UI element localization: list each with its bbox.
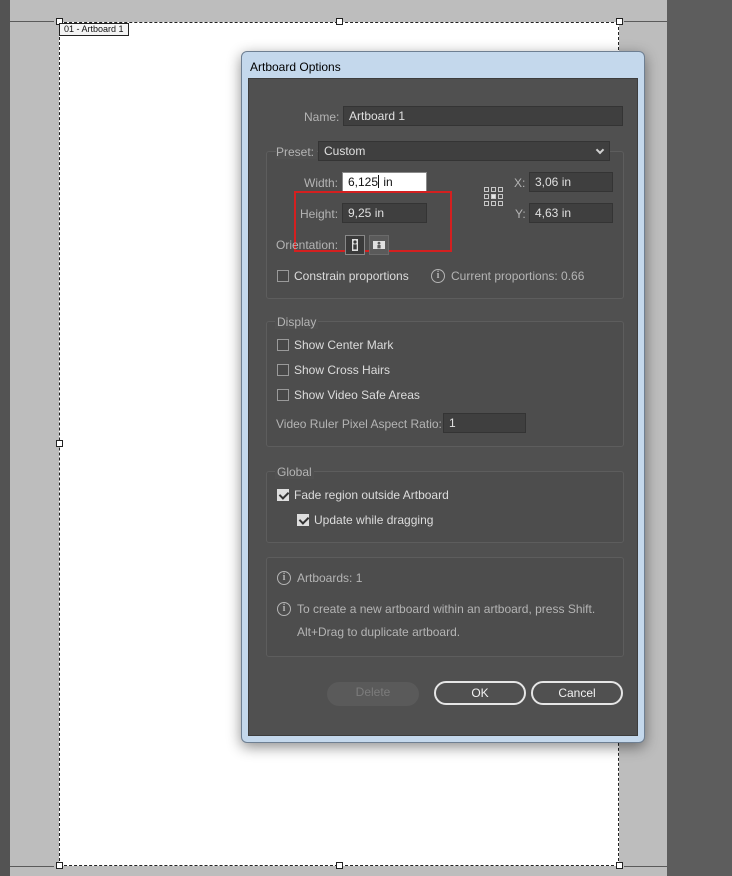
landscape-orientation-icon[interactable] bbox=[369, 235, 389, 255]
chevron-down-icon bbox=[595, 145, 605, 155]
show-video-safe-areas-checkbox[interactable] bbox=[277, 389, 289, 401]
width-input[interactable]: 6,125 in bbox=[342, 172, 427, 192]
fade-region-label[interactable]: Fade region outside Artboard bbox=[294, 488, 449, 502]
y-input[interactable]: 4,63 in bbox=[529, 203, 613, 223]
show-center-mark-label[interactable]: Show Center Mark bbox=[294, 338, 393, 352]
guide-line bbox=[624, 866, 667, 867]
orientation-label: Orientation: bbox=[276, 238, 339, 252]
artboard-handle[interactable] bbox=[616, 862, 623, 869]
constrain-proportions-checkbox[interactable] bbox=[277, 270, 289, 282]
info-icon: i bbox=[277, 602, 291, 616]
reference-point-icon[interactable] bbox=[484, 187, 504, 207]
show-center-mark-checkbox[interactable] bbox=[277, 339, 289, 351]
guide-line bbox=[10, 21, 54, 22]
guide-line bbox=[10, 866, 54, 867]
fade-region-checkbox[interactable] bbox=[277, 489, 289, 501]
cancel-button[interactable]: Cancel bbox=[531, 681, 623, 705]
width-label: Width: bbox=[304, 176, 339, 190]
artboard-handle[interactable] bbox=[616, 18, 623, 25]
name-label: Name: bbox=[304, 110, 340, 124]
current-proportions-text: Current proportions: 0.66 bbox=[451, 269, 585, 283]
show-cross-hairs-label[interactable]: Show Cross Hairs bbox=[294, 363, 390, 377]
artboard-options-dialog: Artboard Options Name: Artboard 1 Preset… bbox=[241, 51, 645, 743]
show-video-safe-areas-label[interactable]: Show Video Safe Areas bbox=[294, 388, 420, 402]
x-label: X: bbox=[514, 176, 526, 190]
tip-text-line-1: To create a new artboard within an artbo… bbox=[297, 602, 596, 616]
tip-text-line-2: Alt+Drag to duplicate artboard. bbox=[297, 625, 461, 639]
info-icon: i bbox=[277, 571, 291, 585]
pixel-ratio-input[interactable]: 1 bbox=[443, 413, 526, 433]
artboards-count-text: Artboards: 1 bbox=[297, 571, 363, 585]
portrait-orientation-icon[interactable] bbox=[345, 235, 365, 255]
show-cross-hairs-checkbox[interactable] bbox=[277, 364, 289, 376]
artboard-handle[interactable] bbox=[336, 862, 343, 869]
ok-button[interactable]: OK bbox=[434, 681, 526, 705]
left-panel-strip bbox=[0, 0, 10, 876]
artboard-handle[interactable] bbox=[336, 18, 343, 25]
pixel-ratio-label: Video Ruler Pixel Aspect Ratio: bbox=[276, 417, 442, 431]
width-value: 6,125 bbox=[348, 175, 379, 189]
global-group-title: Global bbox=[275, 465, 314, 479]
artboard-handle[interactable] bbox=[56, 862, 63, 869]
y-label: Y: bbox=[515, 207, 526, 221]
text-caret bbox=[378, 175, 380, 188]
global-group bbox=[266, 471, 624, 543]
preset-value: Custom bbox=[324, 144, 366, 158]
width-unit: in bbox=[380, 175, 393, 189]
delete-button[interactable]: Delete bbox=[327, 682, 419, 706]
right-panel-strip bbox=[667, 0, 732, 876]
x-input[interactable]: 3,06 in bbox=[529, 172, 613, 192]
display-group-title: Display bbox=[275, 315, 319, 329]
dialog-body: Name: Artboard 1 Preset: Custom Width: 6… bbox=[248, 78, 638, 736]
constrain-proportions-label[interactable]: Constrain proportions bbox=[294, 269, 409, 283]
update-dragging-label[interactable]: Update while dragging bbox=[314, 513, 433, 527]
guide-line bbox=[624, 21, 667, 22]
info-icon: i bbox=[431, 269, 445, 283]
dialog-title: Artboard Options bbox=[250, 60, 341, 74]
artboard-name-tag: 01 - Artboard 1 bbox=[59, 23, 129, 36]
preset-dropdown[interactable]: Custom bbox=[318, 141, 610, 161]
preset-label: Preset: bbox=[276, 145, 318, 159]
update-dragging-checkbox[interactable] bbox=[297, 514, 309, 526]
name-input[interactable]: Artboard 1 bbox=[343, 106, 623, 126]
artboard-handle[interactable] bbox=[56, 440, 63, 447]
